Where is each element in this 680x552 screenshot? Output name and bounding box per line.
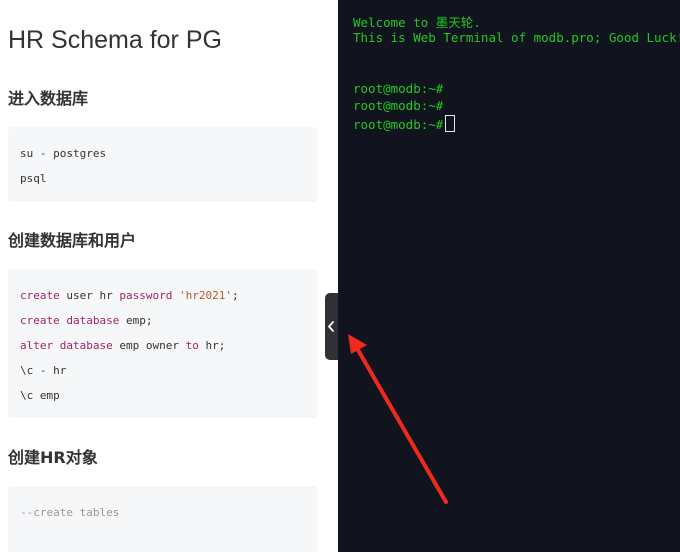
code-keyword: alter	[20, 339, 54, 352]
terminal-info-line: This is Web Terminal of modb.pro; Good L…	[353, 30, 680, 45]
web-terminal[interactable]: Welcome to 墨天轮. This is Web Terminal of …	[338, 0, 680, 552]
code-text: emp owner	[112, 339, 186, 352]
section-heading-create-db-user: 创建数据库和用户	[8, 231, 137, 250]
code-keyword: to	[185, 339, 199, 352]
code-block-create-hr-objects: --create tables	[8, 486, 318, 552]
code-block-create-db-user: create user hr password 'hr2021'; create…	[8, 269, 318, 418]
panel-collapse-button[interactable]	[325, 293, 338, 360]
chevron-left-icon	[328, 321, 334, 332]
terminal-prompt: root@modb:~#	[353, 81, 444, 96]
terminal-prompt: root@modb:~#	[353, 98, 444, 113]
terminal-prompt-text: root@modb:~#	[353, 117, 444, 132]
terminal-welcome-line: Welcome to 墨天轮.	[353, 15, 481, 30]
doc-panel: HR Schema for PG 进入数据库 su - postgres psq…	[0, 0, 338, 552]
code-keyword: database	[59, 339, 113, 352]
code-text: ;	[231, 289, 239, 302]
code-line: create user hr password 'hr2021';	[20, 289, 239, 302]
terminal-prompt-active[interactable]: root@modb:~#	[353, 115, 456, 132]
code-line: su - postgres	[20, 147, 107, 160]
page-title: HR Schema for PG	[8, 26, 222, 54]
terminal-cursor	[445, 115, 456, 132]
section-heading-create-hr-objects: 创建HR对象	[8, 448, 98, 467]
code-string: 'hr2021'	[178, 289, 232, 302]
code-line: alter database emp owner to hr;	[20, 339, 225, 352]
code-block-enter-db: su - postgres psql	[8, 127, 318, 202]
code-text: hr;	[198, 339, 226, 352]
code-text: user hr	[59, 289, 120, 302]
code-keyword: password	[119, 289, 173, 302]
code-keyword: database	[66, 314, 120, 327]
code-line: \c emp	[20, 389, 60, 402]
code-keyword: create	[20, 314, 60, 327]
code-line: create database emp;	[20, 314, 152, 327]
code-line: \c - hr	[20, 364, 67, 377]
code-keyword: create	[20, 289, 60, 302]
code-text: emp;	[119, 314, 153, 327]
code-comment: --create tables	[20, 506, 120, 519]
section-heading-enter-db: 进入数据库	[8, 89, 89, 108]
code-line: psql	[20, 172, 47, 185]
